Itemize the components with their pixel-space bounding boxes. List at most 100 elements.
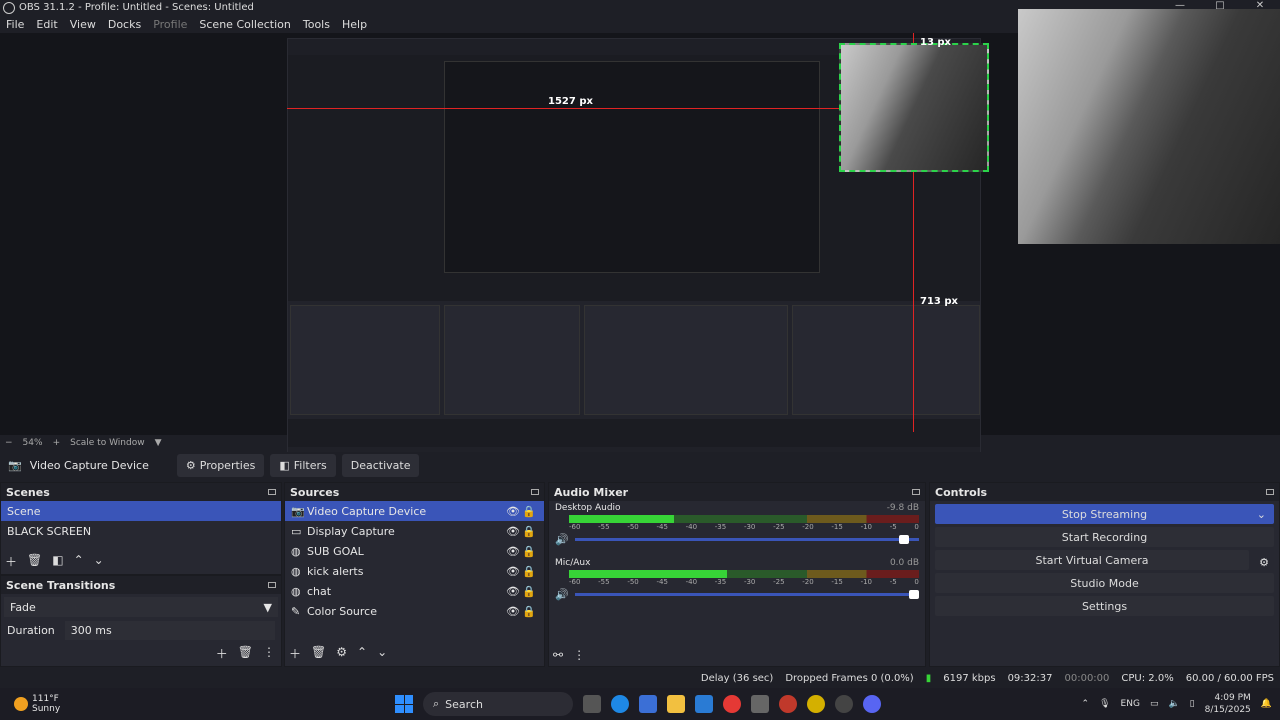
eye-icon[interactable]: 👁 [506,605,520,618]
task-view-icon[interactable] [583,695,601,713]
source-item[interactable]: ◍ SUB GOAL 👁 🔒 [285,541,544,561]
app-icon[interactable] [695,695,713,713]
filters-button[interactable]: ◧ Filters [270,453,336,477]
source-item[interactable]: ▭ Display Capture 👁 🔒 [285,521,544,541]
app-icon[interactable] [751,695,769,713]
undock-icon[interactable] [268,582,276,588]
filter-icon[interactable]: ◧ [52,553,63,570]
scale-tick: -40 [685,578,698,586]
undock-icon[interactable] [268,489,276,495]
volume-fader[interactable]: 🔊 [555,533,919,546]
add-icon[interactable]: ＋ [216,645,228,662]
deactivate-button[interactable]: Deactivate [341,453,420,477]
arrow-up-icon[interactable]: ⌃ [357,645,367,662]
clock[interactable]: 4:09 PM 8/15/2025 [1205,692,1251,716]
scene-item[interactable]: Scene [1,501,281,521]
eye-icon[interactable]: 👁 [506,585,520,598]
trash-icon[interactable]: 🗑 [311,645,326,662]
zoom-in-button[interactable]: + [48,438,66,448]
menu-help[interactable]: Help [336,18,373,31]
trash-icon[interactable]: 🗑 [238,645,253,662]
fader-track[interactable] [574,590,919,599]
lock-icon[interactable]: 🔒 [522,605,536,618]
trash-icon[interactable]: 🗑 [27,553,42,570]
menu-file[interactable]: File [0,18,30,31]
source-item[interactable]: ◍ chat 👁 🔒 [285,581,544,601]
selected-camera-source[interactable] [839,43,989,172]
edge-icon[interactable] [611,695,629,713]
fader-track[interactable] [574,535,919,544]
eye-icon[interactable]: 👁 [506,545,520,558]
fader-knob[interactable] [898,535,909,544]
add-icon[interactable]: ＋ [289,645,301,662]
transition-select[interactable]: Fade ▼ [4,597,278,617]
source-item[interactable]: ✎ Color Source 👁 🔒 [285,601,544,621]
link-icon[interactable]: ⚯ [553,648,563,662]
speaker-icon[interactable]: 🔊 [555,533,569,546]
network-icon[interactable]: ▭ [1150,699,1159,709]
eye-icon[interactable]: 👁 [506,525,520,538]
app-icon[interactable] [779,695,797,713]
controls-header: Controls [930,483,1279,501]
more-icon[interactable]: ⋮ [573,648,585,662]
source-item[interactable]: 📷 Video Capture Device 👁 🔒 [285,501,544,521]
lock-icon[interactable]: 🔒 [522,545,536,558]
channel-name: Mic/Aux [555,558,591,568]
scene-item[interactable]: BLACK SCREEN [1,521,281,541]
arrow-down-icon[interactable]: ⌄ [94,553,104,570]
scale-mode-select[interactable]: Scale to Window [65,438,149,448]
eye-icon[interactable]: 👁 [506,505,520,518]
taskbar-search[interactable]: ⌕ Search [423,692,573,716]
source-item[interactable]: ◍ kick alerts 👁 🔒 [285,561,544,581]
gear-icon[interactable]: ⚙ [336,645,347,662]
lock-icon[interactable]: 🔒 [522,585,536,598]
store-icon[interactable] [639,695,657,713]
menu-tools[interactable]: Tools [297,18,336,31]
language-indicator[interactable]: ENG [1121,699,1140,709]
duration-input[interactable]: 300 ms [64,620,275,640]
undock-icon[interactable] [1266,489,1274,495]
menu-view[interactable]: View [64,18,102,31]
chevron-down-icon[interactable]: ▼ [150,438,167,448]
start-virtual-camera-button[interactable]: Start Virtual Camera [935,550,1249,570]
lock-icon[interactable]: 🔒 [522,505,536,518]
windows-start-icon[interactable] [395,695,413,713]
arrow-up-icon[interactable]: ⌃ [74,553,84,570]
eye-icon[interactable]: 👁 [506,565,520,578]
weather-text: Sunny [32,704,61,714]
speaker-icon[interactable]: 🔊 [555,588,569,601]
add-icon[interactable]: ＋ [5,553,17,570]
mic-icon[interactable]: 🎙 [1099,699,1110,709]
fader-knob[interactable] [909,590,919,599]
obs-taskbar-icon[interactable] [835,695,853,713]
zoom-out-button[interactable]: − [0,438,18,448]
chevron-up-icon[interactable]: ⌃ [1082,699,1090,709]
chevron-down-icon[interactable]: ⌄ [1257,508,1266,521]
lock-icon[interactable]: 🔒 [522,565,536,578]
arrow-down-icon[interactable]: ⌄ [377,645,387,662]
undock-icon[interactable] [531,489,539,495]
weather-widget[interactable]: 111°F Sunny [14,694,60,714]
chrome-icon[interactable] [723,695,741,713]
undock-icon[interactable] [912,489,920,495]
settings-button[interactable]: Settings [935,596,1274,616]
volume-icon[interactable]: 🔈 [1168,699,1179,709]
gear-icon[interactable]: ⚙ [1259,556,1269,569]
studio-mode-button[interactable]: Studio Mode [935,573,1274,593]
app-icon[interactable] [807,695,825,713]
menu-scene-collection[interactable]: Scene Collection [193,18,296,31]
stop-streaming-button[interactable]: Stop Streaming ⌄ [935,504,1274,524]
battery-icon[interactable]: ▯ [1190,699,1195,709]
more-icon[interactable]: ⋮ [263,645,275,662]
lock-icon[interactable]: 🔒 [522,525,536,538]
menu-docks[interactable]: Docks [102,18,147,31]
discord-icon[interactable] [863,695,881,713]
menu-profile[interactable]: Profile [147,18,193,31]
notification-icon[interactable]: 🔔 [1261,699,1272,709]
file-explorer-icon[interactable] [667,695,685,713]
volume-fader[interactable]: 🔊 [555,588,919,601]
start-recording-button[interactable]: Start Recording [935,527,1274,547]
mixer-title: Audio Mixer [554,485,629,499]
properties-button[interactable]: ⚙ Properties [176,453,265,477]
menu-edit[interactable]: Edit [30,18,63,31]
